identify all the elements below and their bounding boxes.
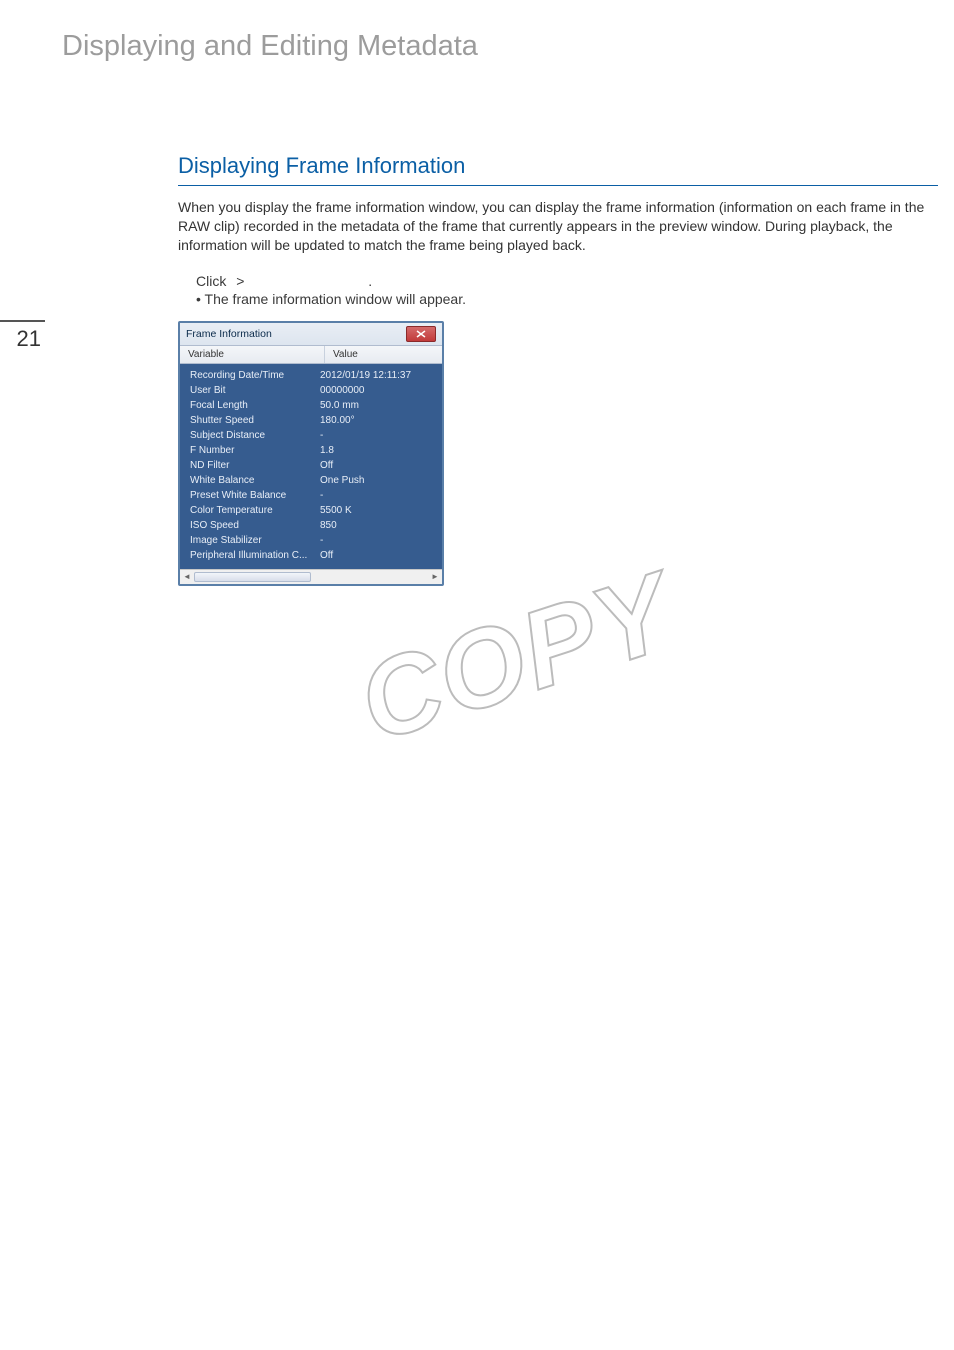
window-titlebar[interactable]: Frame Information xyxy=(180,323,442,345)
section-heading: Displaying Frame Information xyxy=(178,153,938,186)
scroll-right-icon[interactable]: ► xyxy=(428,570,442,584)
table-row: Shutter Speed180.00° xyxy=(180,413,442,428)
frame-information-window: Frame Information Variable Value Recordi… xyxy=(178,321,444,586)
table-row: Preset White Balance- xyxy=(180,488,442,503)
close-icon xyxy=(416,330,426,338)
page-title: Displaying and Editing Metadata xyxy=(62,30,914,63)
table-row: User Bit00000000 xyxy=(180,383,442,398)
table-row: Focal Length50.0 mm xyxy=(180,398,442,413)
table-body: Recording Date/Time2012/01/19 12:11:37 U… xyxy=(180,364,442,569)
horizontal-scrollbar[interactable]: ◄ ► xyxy=(180,569,442,584)
table-row: ISO Speed850 xyxy=(180,518,442,533)
window-title: Frame Information xyxy=(186,328,272,340)
table-row: White BalanceOne Push xyxy=(180,473,442,488)
instruction-line: Click > . xyxy=(196,273,938,289)
header-value: Value xyxy=(325,346,442,363)
body-paragraph: When you display the frame information w… xyxy=(178,198,938,255)
table-row: ND FilterOff xyxy=(180,458,442,473)
table-row: F Number1.8 xyxy=(180,443,442,458)
close-button[interactable] xyxy=(406,326,436,342)
bullet-line: • The frame information window will appe… xyxy=(196,291,938,307)
period: . xyxy=(368,273,372,289)
scroll-left-icon[interactable]: ◄ xyxy=(180,570,194,584)
table-row: Peripheral Illumination C...Off xyxy=(180,548,442,563)
click-label: Click xyxy=(196,273,226,289)
table-row: Recording Date/Time2012/01/19 12:11:37 xyxy=(180,368,442,383)
table-row: Color Temperature5500 K xyxy=(180,503,442,518)
header-variable: Variable xyxy=(180,346,325,363)
scroll-thumb[interactable] xyxy=(194,572,311,582)
table-row: Subject Distance- xyxy=(180,428,442,443)
page-number: 21 xyxy=(0,320,45,352)
greater-than: > xyxy=(230,273,250,289)
table-header-row: Variable Value xyxy=(180,345,442,364)
table-row: Image Stabilizer- xyxy=(180,533,442,548)
scroll-track[interactable] xyxy=(194,572,428,582)
